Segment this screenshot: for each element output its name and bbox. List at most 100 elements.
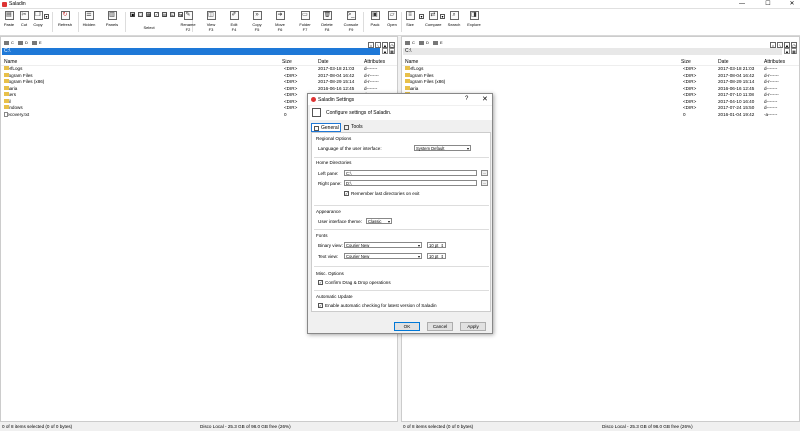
drive-button-e[interactable]: E [433, 40, 443, 45]
left-path-bar[interactable]: C:\ [2, 48, 380, 55]
toolbar-button-select[interactable]: Select [141, 23, 157, 30]
close-window-button[interactable]: ✕ [784, 0, 800, 9]
drive-button-c[interactable]: C [405, 40, 415, 45]
file-row[interactable]: Program Files <DIR> 2017-08-04 16:42 d-r---… [402, 72, 799, 79]
file-row[interactable]: PerfLogs <DIR> 2017-03-18 21:03 d------- [1, 66, 397, 72]
ok-button[interactable]: OK [394, 322, 420, 331]
drive-button-d[interactable]: D [18, 40, 28, 45]
toolbar-button-copy-f5[interactable]: » Copy F5 [249, 11, 265, 32]
file-row[interactable]: Sharia <DIR> 2016-06-16 12:45 d------- [1, 85, 397, 92]
file-attr: d-r------ [364, 79, 379, 84]
compare-dropdown-icon[interactable]: ▾ [440, 14, 445, 19]
text-size-stepper[interactable]: 10 pt ⇕ [427, 253, 446, 259]
toolbar-button-delete[interactable]: 🗑 Delete F8 [319, 11, 335, 32]
minimize-button[interactable]: — [734, 0, 750, 9]
left-pane-field[interactable]: C:\ [344, 170, 477, 176]
invert-selection-icon[interactable]: ▩ [146, 12, 151, 17]
toolbar-button-refresh[interactable]: ↻ Refresh [57, 11, 73, 27]
toolbar-button-explore[interactable]: ◨ Explore [466, 11, 482, 27]
binary-size-stepper[interactable]: 10 pt ⇕ [427, 242, 446, 248]
select-none-icon[interactable]: □ [138, 12, 143, 17]
binary-font-select[interactable]: Courier New ▾ [344, 242, 422, 248]
language-select[interactable]: System Default ▾ [414, 145, 471, 151]
drive-button-e[interactable]: E [32, 40, 42, 45]
left-pane-browse-button[interactable]: ... [481, 170, 488, 176]
select-pattern-icon[interactable]: ✓ [154, 12, 159, 17]
file-row[interactable]: PerfLogs <DIR> 2017-03-18 21:03 d------- [402, 66, 799, 72]
group-title: Fonts [316, 233, 328, 238]
theme-select[interactable]: Classic ▾ [366, 218, 392, 224]
deselect-pattern-icon[interactable]: ▤ [162, 12, 167, 17]
file-row[interactable]: Program Files (x86) <DIR> 2017-08-29 15:14… [1, 79, 397, 85]
toolbar-button-pack[interactable]: ▣ Pack [367, 11, 383, 27]
toolbar-button-view[interactable]: ◫ View F3 [203, 11, 219, 32]
bookmark-icon[interactable]: ▲ [382, 48, 388, 54]
toolbar-button-hidden[interactable]: ☰ Hidden [81, 11, 97, 27]
toolbar-label: Search [447, 22, 461, 27]
left-status-selection: 0 of 8 items selected (0 of 0 bytes) [2, 424, 73, 429]
copy-f5-icon: » [252, 11, 262, 20]
folder-icon [4, 98, 9, 103]
column-size[interactable]: Size [681, 59, 691, 65]
file-date: 2016-06-16 12:45 [318, 85, 355, 91]
toolbar-button-size[interactable]: ≡ Size [402, 11, 418, 27]
column-name[interactable]: Name [4, 59, 17, 65]
toolbar-button-edit[interactable]: ✐ Edit F4 [226, 11, 242, 32]
toolbar-button-paste[interactable]: ▤ Paste [1, 11, 17, 27]
cancel-button[interactable]: Cancel [427, 322, 453, 331]
toolbar-button-compare[interactable]: ⇄ Compare [425, 11, 441, 27]
column-attributes[interactable]: Attributes [364, 59, 385, 65]
select-all-icon[interactable]: ▣ [130, 12, 135, 17]
path-history-icon[interactable]: ▦ [791, 48, 797, 54]
group-title: Appearance [316, 209, 341, 214]
right-pane-browse-button[interactable]: ... [481, 180, 488, 186]
toolbar-button-console[interactable]: >_ Console F9 [343, 11, 359, 32]
help-button[interactable]: ? [465, 96, 468, 102]
drive-label: D [25, 40, 28, 45]
toolbar-label: Pack [370, 22, 380, 27]
size-dropdown-icon[interactable]: ▾ [419, 14, 424, 19]
dialog-close-button[interactable]: ✕ [482, 95, 488, 103]
auto-update-checkbox[interactable]: ✓ [318, 303, 323, 308]
path-history-icon[interactable]: ▦ [389, 48, 395, 54]
copy-dropdown-icon[interactable]: ▾ [44, 14, 49, 19]
column-date[interactable]: Date [318, 59, 329, 65]
toolbar-button-folder[interactable]: ▭ Folder F7 [297, 11, 313, 32]
misc-options-group: Misc. Options ✓ Confirm Drag & Drop oper… [314, 271, 489, 291]
automatic-update-group: Automatic Update ✓ Enable automatic chec… [314, 294, 489, 312]
dialog-title-bar: Saladin Settings ? ✕ [308, 94, 492, 105]
toolbar-shortcut: F7 [302, 27, 308, 32]
confirm-drag-drop-label: Confirm Drag & Drop operations [325, 280, 391, 285]
toolbar-button-rename[interactable]: ✎ Rename F2 [180, 11, 196, 32]
column-name[interactable]: Name [405, 59, 418, 65]
remember-directories-checkbox[interactable]: ✓ [344, 191, 349, 196]
tab-general[interactable]: General [311, 123, 341, 132]
confirm-drag-drop-checkbox[interactable]: ✓ [318, 280, 323, 285]
left-status-disk: Disco Local - 25.3 GB of 98.0 GB free (2… [200, 424, 291, 429]
status-bar: 0 of 8 items selected (0 of 0 bytes) Dis… [0, 422, 800, 431]
maximize-button[interactable]: ☐ [760, 0, 776, 9]
column-size[interactable]: Size [282, 59, 292, 65]
right-pane-field[interactable]: D:\ [344, 180, 477, 186]
apply-button[interactable]: Apply [460, 322, 486, 331]
right-path-bar[interactable]: C:\ [403, 48, 782, 55]
drive-button-d[interactable]: D [419, 40, 429, 45]
text-font-select[interactable]: Courier New ▾ [344, 253, 422, 259]
file-icon [4, 111, 8, 117]
toolbar-shortcut: F4 [231, 27, 237, 32]
tab-tools[interactable]: Tools [342, 123, 368, 132]
column-date[interactable]: Date [718, 59, 729, 65]
file-row[interactable]: Program Files (x86) <DIR> 2017-08-29 15:14… [402, 79, 799, 85]
select-files-icon[interactable]: ☑ [170, 12, 175, 17]
file-row[interactable]: Program Files <DIR> 2017-08-04 16:42 d-r---… [1, 72, 397, 79]
toolbar-button-search[interactable]: ⌕ Search [446, 11, 462, 27]
file-name: Util [4, 98, 11, 105]
drive-button-c[interactable]: C [4, 40, 14, 45]
bookmark-icon[interactable]: ▲ [784, 48, 790, 54]
toolbar-button-panels[interactable]: ▥ Panels [104, 11, 120, 27]
dialog-header-text: Configure settings of Saladin. [326, 110, 392, 116]
toolbar-button-move[interactable]: ➜ Move F6 [272, 11, 288, 32]
toolbar-button-open[interactable]: ▱ Open [384, 11, 400, 27]
column-attributes[interactable]: Attributes [764, 59, 785, 65]
file-row[interactable]: Sharia <DIR> 2016-06-16 12:45 d------- [402, 85, 799, 92]
